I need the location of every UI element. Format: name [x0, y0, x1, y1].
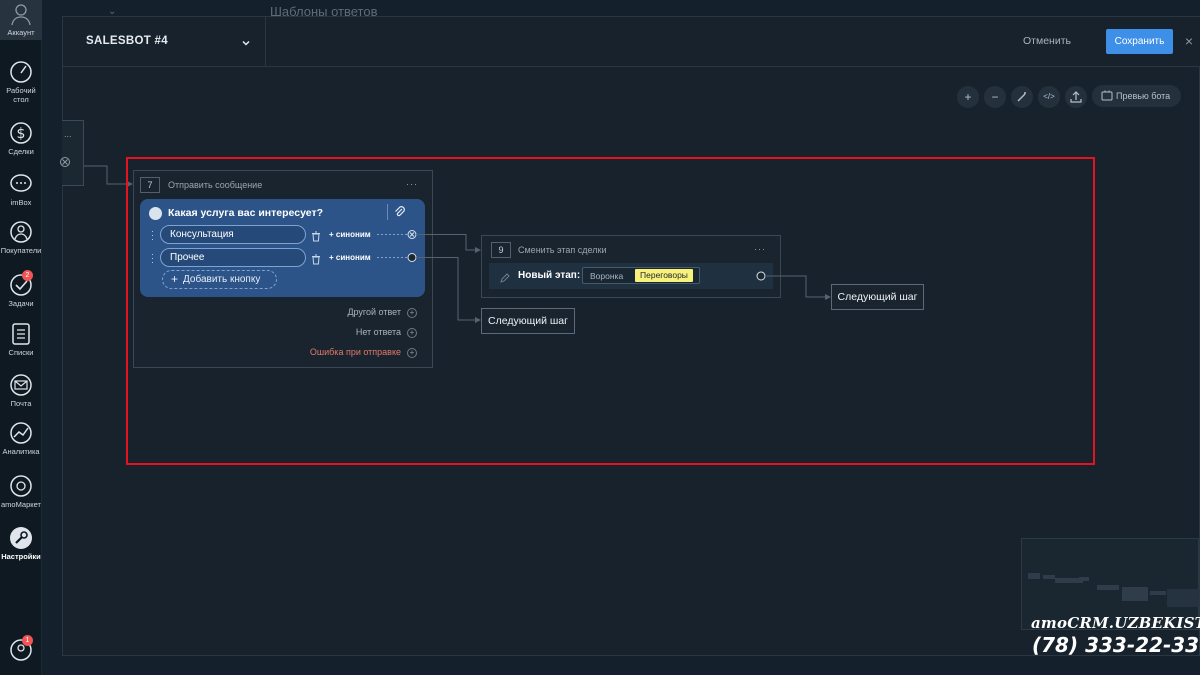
block-title: Отправить сообщение	[168, 180, 263, 190]
drag-handle-icon[interactable]: · · ·	[151, 227, 155, 244]
message-question[interactable]: Какая услуга вас интересует?	[168, 207, 323, 219]
nav-label-customers: Покупатели	[0, 246, 42, 255]
market-icon	[9, 474, 33, 498]
mail-icon	[9, 373, 33, 397]
stage-row[interactable]: Новый этап: Воронка Переговоры	[489, 263, 773, 289]
brand-watermark: amoCRM.UZBEKISTAN	[1031, 614, 1200, 632]
answer-option[interactable]: Прочее	[160, 248, 306, 267]
nav-label-dashboard: Рабочий стол	[6, 86, 36, 104]
message-card[interactable]: Какая услуга вас интересует? · · · Консуль…	[140, 199, 425, 297]
modal-header: SALESBOT #4 Отменить Сохранить ×	[63, 17, 1200, 67]
plus-icon: +	[171, 272, 179, 286]
nav-item-notifications[interactable]: 1	[0, 635, 42, 664]
account-avatar-icon	[9, 2, 33, 26]
stage-value-chip: Переговоры	[635, 269, 693, 282]
dollar-icon: $	[9, 121, 33, 145]
bot-avatar-icon	[149, 207, 162, 220]
cancel-button[interactable]: Отменить	[1023, 35, 1071, 47]
upload-icon	[1070, 91, 1082, 103]
paperclip-icon[interactable]	[393, 205, 407, 219]
left-nav: Аккаунт Рабочий стол $ Сделки imBox Поку…	[0, 0, 42, 675]
nav-label-lists: Списки	[8, 348, 34, 357]
nav-label-analytics: Аналитика	[2, 447, 40, 456]
close-icon[interactable]: ×	[1185, 33, 1193, 49]
add-button-label: Добавить кнопку	[183, 274, 261, 285]
add-button-button[interactable]: + Добавить кнопку	[162, 270, 277, 289]
trash-icon[interactable]	[311, 229, 321, 242]
drag-handle-icon[interactable]: · · ·	[151, 250, 155, 267]
add-synonym-link[interactable]: + синоним	[329, 253, 371, 262]
block-number: 7	[140, 177, 160, 193]
add-send-error-icon[interactable]: +	[407, 348, 417, 358]
nav-item-dashboard[interactable]: Рабочий стол	[0, 60, 42, 104]
new-stage-label: Новый этап:	[518, 270, 581, 281]
nav-item-market[interactable]: amoМаркет	[0, 474, 42, 509]
next-step-button[interactable]: Следующий шаг	[481, 308, 575, 334]
nav-label-market: amoМаркет	[1, 500, 41, 509]
answer-option[interactable]: Консультация	[160, 225, 306, 244]
nav-item-account[interactable]: Аккаунт	[0, 2, 42, 37]
block-number: 9	[491, 242, 511, 258]
tasks-badge: 2	[22, 270, 33, 281]
trash-icon[interactable]	[311, 252, 321, 265]
export-button[interactable]	[1065, 86, 1087, 108]
nav-item-settings[interactable]: Настройки	[0, 526, 42, 561]
chat-bubble-icon	[9, 172, 33, 196]
list-icon	[9, 322, 33, 346]
nav-label-account: Аккаунт	[7, 28, 35, 37]
block-title: Сменить этап сделки	[518, 245, 607, 255]
bot-preview-button[interactable]: Превью бота	[1092, 85, 1181, 107]
bot-name: SALESBOT #4	[86, 35, 168, 47]
block-menu-icon[interactable]: ...	[64, 129, 72, 139]
nav-label-mail: Почта	[10, 399, 32, 408]
nav-item-lists[interactable]: Списки	[0, 322, 42, 357]
wand-icon	[1017, 92, 1026, 102]
preview-icon	[1101, 90, 1113, 101]
code-button[interactable]: </>	[1038, 86, 1060, 108]
nav-item-mail[interactable]: Почта	[0, 373, 42, 408]
notifications-badge: 1	[22, 635, 33, 646]
divider	[387, 204, 388, 220]
block-menu-icon[interactable]: ···	[406, 179, 418, 189]
wrench-icon	[9, 526, 33, 550]
zoom-out-button[interactable]: −	[984, 86, 1006, 108]
previous-block-fragment[interactable]: ...	[62, 120, 84, 186]
phone-watermark: (78) 333-22-33	[1032, 633, 1200, 657]
nav-item-customers[interactable]: Покупатели	[0, 220, 42, 255]
nav-label-tasks: Задачи	[8, 299, 34, 308]
nav-label-imbox: imBox	[10, 198, 32, 207]
funnel-label: Воронка	[590, 271, 624, 281]
nav-label-deals: Сделки	[8, 147, 34, 156]
chevron-down-icon	[241, 35, 251, 46]
no-answer-link[interactable]: Нет ответа	[356, 327, 401, 337]
send-error-link[interactable]: Ошибка при отправке	[310, 347, 401, 357]
add-synonym-link[interactable]: + синоним	[329, 230, 371, 239]
nav-item-analytics[interactable]: Аналитика	[0, 421, 42, 456]
add-no-answer-icon[interactable]: +	[407, 328, 417, 338]
dashboard-gauge-icon	[9, 60, 33, 84]
nav-item-tasks[interactable]: 2 Задачи	[0, 270, 42, 308]
bot-selector[interactable]: SALESBOT #4	[63, 17, 266, 67]
save-button[interactable]: Сохранить	[1106, 29, 1173, 54]
next-step-button[interactable]: Следующий шаг	[831, 284, 924, 310]
add-other-answer-icon[interactable]: +	[407, 308, 417, 318]
nav-label-settings: Настройки	[1, 552, 41, 561]
pencil-icon	[500, 270, 510, 283]
svg-text:$: $	[17, 126, 26, 142]
other-answer-link[interactable]: Другой ответ	[347, 307, 401, 317]
zoom-in-button[interactable]: +	[957, 86, 979, 108]
analytics-icon	[9, 421, 33, 445]
settings-tool-button[interactable]	[1011, 86, 1033, 108]
customers-icon	[9, 220, 33, 244]
nav-item-imbox[interactable]: imBox	[0, 172, 42, 207]
bot-preview-label: Превью бота	[1116, 91, 1171, 101]
nav-item-deals[interactable]: $ Сделки	[0, 121, 42, 156]
stage-select[interactable]: Воронка Переговоры	[582, 267, 700, 284]
block-menu-icon[interactable]: ···	[754, 244, 766, 254]
